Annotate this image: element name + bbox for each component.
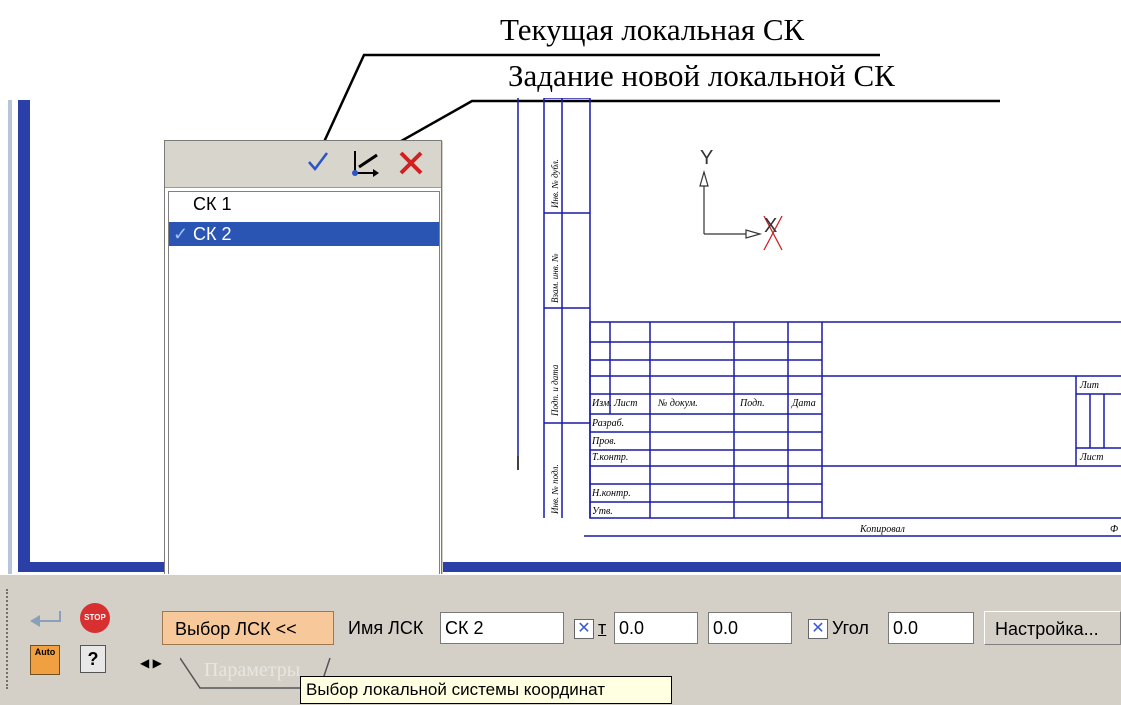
arrow-left-icon: ◀ [140, 656, 150, 670]
lcs-list-item-label: СК 2 [193, 224, 232, 244]
axis-x-label: X [764, 215, 777, 237]
side-label-vzam: Взам. инв. № [550, 253, 560, 303]
select-lcs-label: Выбор ЛСК << [175, 619, 297, 639]
close-icon [399, 151, 423, 175]
y-coordinate-input[interactable]: 0.0 [708, 612, 792, 644]
checkmark-icon [308, 152, 328, 171]
coordinates-label: т [598, 618, 607, 638]
new-lcs-button[interactable] [349, 147, 383, 179]
parameters-tab-label: Параметры [204, 659, 300, 681]
accept-button[interactable] [303, 147, 333, 177]
window-frame-left [18, 100, 30, 572]
tb-header-sign: Подп. [739, 398, 765, 409]
tb-row-utv: Утв. [592, 506, 613, 517]
tb-header-list: Лист [613, 398, 637, 409]
arrow-right-icon: ▶ [152, 656, 162, 670]
window-frame-outer [8, 100, 12, 580]
current-lcs-check-icon: ✓ [173, 224, 189, 244]
side-label-inv-dubl: Инв. № дубл. [550, 159, 560, 209]
lcs-list: СК 1 ✓ СК 2 [168, 191, 440, 599]
auto-create-button[interactable]: Auto [30, 645, 60, 675]
angle-input[interactable]: 0.0 [888, 612, 974, 644]
tb-row-tkontr: Т.контр. [592, 452, 628, 463]
lcs-list-item-label: СК 1 [193, 194, 232, 214]
settings-button[interactable]: Настройка... [984, 611, 1121, 645]
angle-lock-checkbox[interactable]: ✕ [808, 619, 828, 639]
tb-list-label: Лист [1079, 452, 1103, 463]
stop-icon: STOP [84, 613, 106, 622]
coordinates-lock-checkbox[interactable]: ✕ [574, 619, 594, 639]
enter-arrow-icon [30, 611, 61, 627]
tb-lit-label: Лит [1079, 380, 1099, 391]
select-lcs-button[interactable]: Выбор ЛСК << [162, 611, 334, 645]
tab-scroll-arrows[interactable]: ◀ ▶ [140, 655, 162, 671]
tb-header-izm: Изм. [591, 398, 612, 409]
new-coordinate-system-icon [352, 151, 379, 177]
help-icon: ? [87, 649, 99, 669]
tb-header-date: Дата [791, 398, 816, 409]
create-object-button[interactable] [26, 605, 66, 635]
lcs-name-input[interactable]: СК 2 [440, 612, 564, 644]
side-label-podp: Подп. и дата [550, 364, 560, 417]
stop-button[interactable]: STOP [80, 603, 110, 633]
drawing-sheet: Y X Изм. Лист № докум. Подп. Дата Разраб… [517, 98, 1121, 537]
tb-row-prov: Пров. [591, 436, 616, 447]
tb-header-doc: № докум. [657, 398, 698, 409]
settings-label: Настройка... [995, 619, 1099, 639]
tb-row-razrab: Разраб. [591, 418, 624, 429]
tb-row-nkontr: Н.контр. [591, 488, 631, 499]
lcs-list-item-2[interactable]: ✓ СК 2 [169, 222, 439, 246]
lcs-name-label: Имя ЛСК [348, 618, 424, 638]
delete-lcs-button[interactable] [395, 147, 427, 179]
side-label-inv-podl: Инв. № подл. [550, 464, 560, 515]
lcs-selection-panel: СК 1 ✓ СК 2 [164, 140, 442, 602]
lcs-list-item-1[interactable]: СК 1 [169, 192, 439, 216]
tb-format-label: Ф [1110, 524, 1118, 535]
toolbar-grip[interactable] [6, 589, 12, 689]
lcs-panel-header [165, 141, 441, 188]
x-coordinate-input[interactable]: 0.0 [614, 612, 698, 644]
help-button[interactable]: ? [80, 645, 106, 673]
angle-label: Угол [832, 618, 869, 638]
auto-icon: Auto [34, 647, 56, 657]
axis-y-label: Y [700, 147, 713, 169]
tb-copied-label: Копировал [859, 524, 906, 535]
tooltip: Выбор локальной системы координат [300, 676, 672, 704]
